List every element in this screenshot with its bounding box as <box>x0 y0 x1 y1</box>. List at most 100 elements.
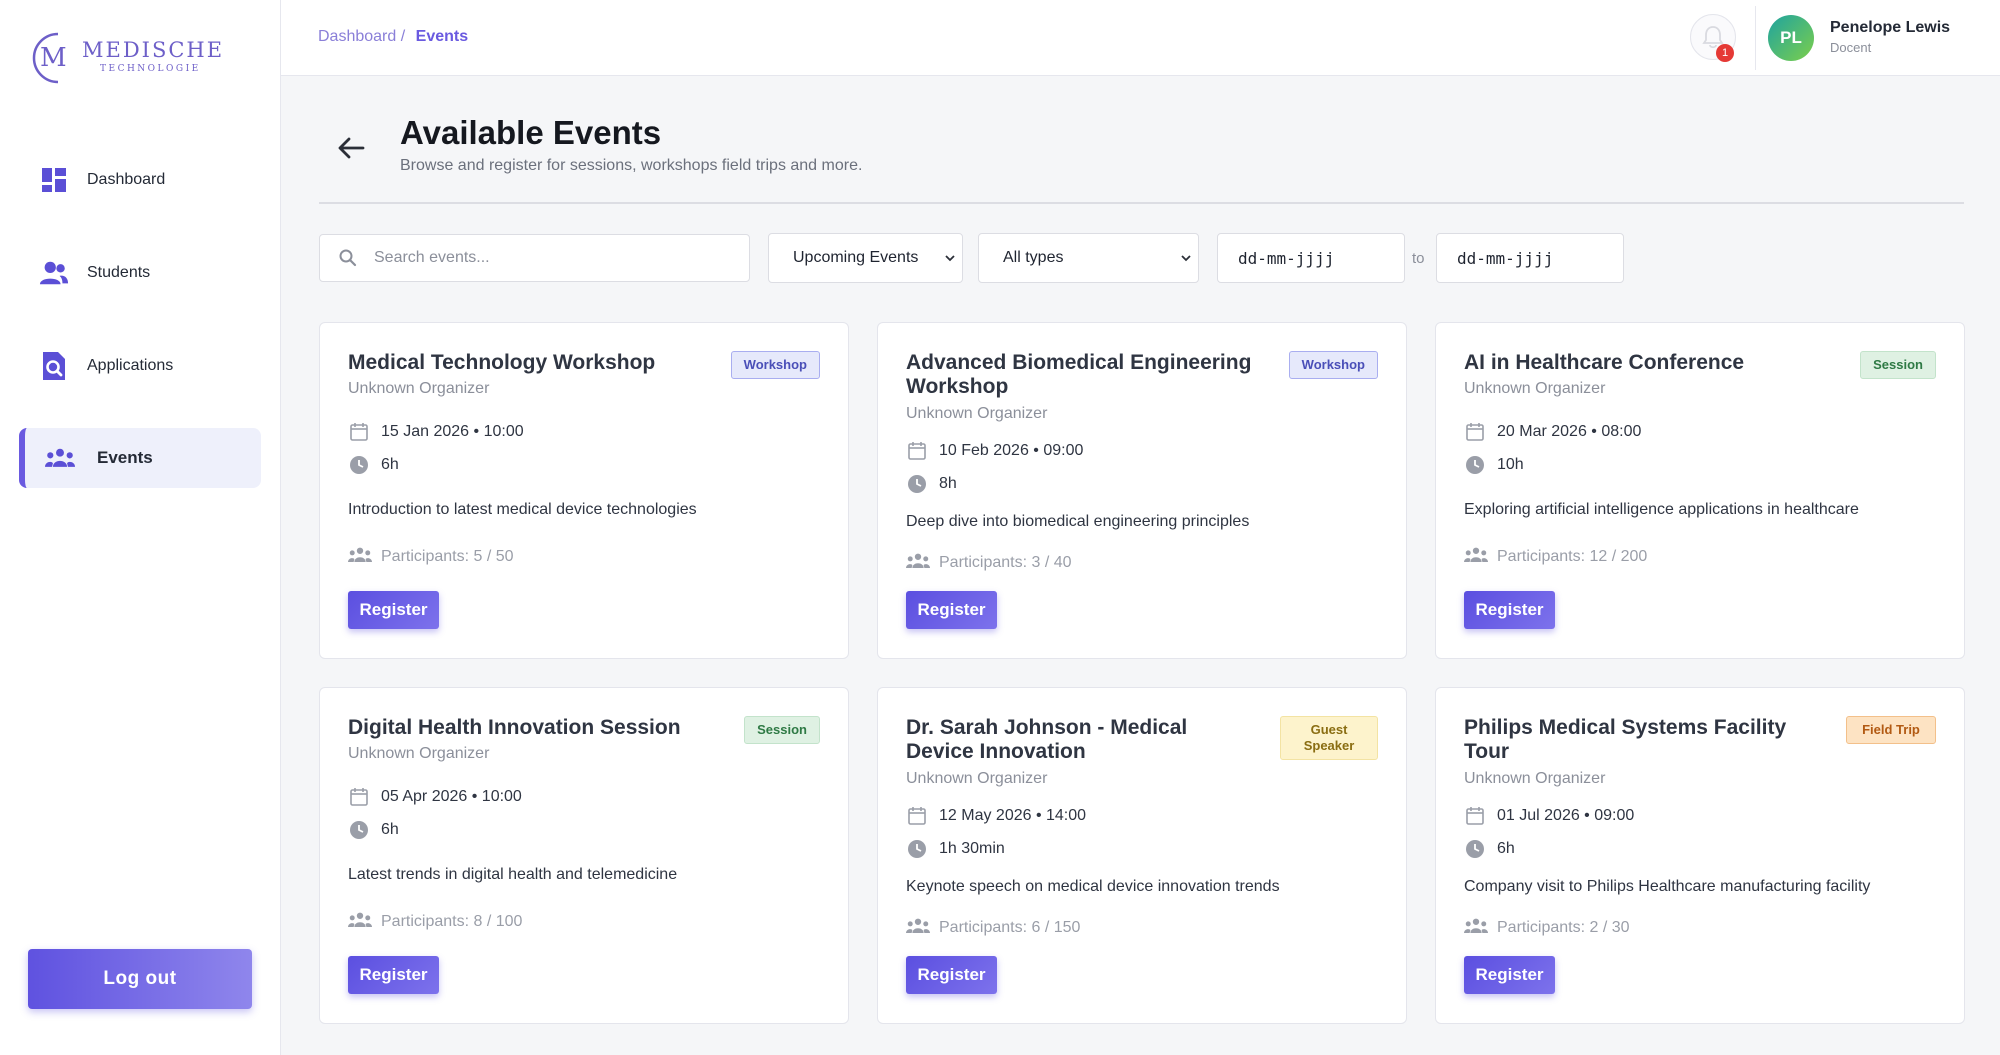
sidebar-item-events[interactable]: Events <box>19 428 261 488</box>
event-title: Digital Health Innovation Session <box>348 716 681 739</box>
calendar-icon <box>1464 805 1486 827</box>
event-type-badge: Session <box>744 716 820 744</box>
chevron-down-icon <box>1181 255 1191 262</box>
event-description: Deep dive into biomedical engineering pr… <box>906 513 1250 530</box>
search-input[interactable] <box>374 249 734 267</box>
event-title: AI in Healthcare Conference <box>1464 351 1745 374</box>
event-datetime-row: 12 May 2026 • 14:00 <box>906 805 1086 827</box>
date-to-placeholder: dd-mm-jjjj <box>1457 248 1554 268</box>
event-duration-row: 8h <box>906 473 957 495</box>
event-type-badge: Field Trip <box>1846 716 1936 744</box>
user-divider <box>1755 6 1756 70</box>
back-button[interactable] <box>331 128 371 168</box>
brand-wordmark: MEDISCHE <box>82 38 225 62</box>
event-organizer: Unknown Organizer <box>906 770 1048 787</box>
register-button[interactable]: Register <box>906 956 997 994</box>
event-participants: Participants: 3 / 40 <box>939 554 1072 571</box>
event-participants: Participants: 2 / 30 <box>1497 919 1630 936</box>
users-icon <box>39 258 69 288</box>
calendar-icon <box>1464 421 1486 443</box>
event-datetime: 01 Jul 2026 • 09:00 <box>1497 807 1635 824</box>
avatar[interactable]: PL <box>1768 15 1814 61</box>
event-participants: Participants: 6 / 150 <box>939 919 1081 936</box>
event-datetime: 20 Mar 2026 • 08:00 <box>1497 423 1642 440</box>
sidebar-item-students[interactable]: Students <box>19 243 261 303</box>
people-group-icon <box>45 443 75 473</box>
page-subtitle: Browse and register for sessions, worksh… <box>400 157 863 174</box>
topbar: Dashboard / Events 1 PL Penelope Lewis D… <box>281 0 2000 76</box>
event-type-badge: Workshop <box>1288 351 1378 379</box>
notification-count-badge: 1 <box>1716 44 1734 62</box>
event-participants-row: Participants: 6 / 150 <box>906 918 1080 938</box>
chevron-down-icon <box>945 255 955 262</box>
brand-subtitle: TECHNOLOGIE <box>100 64 201 74</box>
people-group-icon <box>906 918 930 938</box>
event-duration-row: 10h <box>1464 454 1524 476</box>
event-title: Medical Technology Workshop <box>348 351 656 374</box>
sidebar: M MEDISCHE TECHNOLOGIE Dashboard Student… <box>0 0 281 1055</box>
event-organizer: Unknown Organizer <box>1464 380 1606 397</box>
date-to-input[interactable]: dd-mm-jjjj <box>1436 233 1624 283</box>
event-organizer: Unknown Organizer <box>906 405 1048 422</box>
event-description: Introduction to latest medical device te… <box>348 501 697 518</box>
user-name: Penelope Lewis <box>1830 19 1951 36</box>
arrow-left-icon <box>338 137 365 159</box>
clock-icon <box>1464 838 1486 860</box>
event-description: Keynote speech on medical device innovat… <box>906 878 1280 895</box>
event-duration: 6h <box>1497 840 1515 857</box>
logout-button[interactable]: Log out <box>28 949 252 1009</box>
event-card: Advanced Biomedical Engineering Workshop… <box>877 322 1407 659</box>
event-datetime-row: 05 Apr 2026 • 10:00 <box>348 786 522 808</box>
event-description: Latest trends in digital health and tele… <box>348 866 678 883</box>
event-card: Philips Medical Systems Facility Tour Fi… <box>1435 687 1965 1024</box>
register-button[interactable]: Register <box>1464 591 1555 629</box>
event-participants-row: Participants: 2 / 30 <box>1464 918 1630 938</box>
date-from-placeholder: dd-mm-jjjj <box>1238 248 1335 268</box>
event-participants: Participants: 8 / 100 <box>381 913 523 930</box>
event-title: Dr. Sarah Johnson - Medical Device Innov… <box>906 716 1188 763</box>
brand-logo[interactable]: M MEDISCHE TECHNOLOGIE <box>28 28 222 84</box>
event-duration: 10h <box>1497 456 1524 473</box>
dashboard-icon <box>39 165 69 195</box>
event-card: Medical Technology Workshop Workshop Unk… <box>319 322 849 659</box>
page-title: Available Events <box>400 114 662 151</box>
event-description: Exploring artificial intelligence applic… <box>1464 501 1859 518</box>
event-type-badge: Guest Speaker <box>1280 716 1378 760</box>
register-button[interactable]: Register <box>906 591 997 629</box>
logo-mark-icon: M <box>32 32 67 84</box>
event-card: Digital Health Innovation Session Sessio… <box>319 687 849 1024</box>
register-button[interactable]: Register <box>348 956 439 994</box>
header-divider <box>319 202 1964 204</box>
event-duration: 6h <box>381 821 399 838</box>
time-filter-select[interactable]: Upcoming Events <box>768 233 963 283</box>
people-group-icon <box>348 547 372 567</box>
register-button[interactable]: Register <box>1464 956 1555 994</box>
main-content: Available Events Browse and register for… <box>281 76 2000 1055</box>
sidebar-item-dashboard[interactable]: Dashboard <box>19 150 261 210</box>
people-group-icon <box>348 912 372 932</box>
calendar-icon <box>348 421 370 443</box>
event-duration-row: 6h <box>348 454 399 476</box>
breadcrumb: Dashboard / Events <box>318 28 468 46</box>
user-role: Docent <box>1830 40 1872 55</box>
search-icon <box>339 249 357 267</box>
people-group-icon <box>1464 918 1488 938</box>
date-from-input[interactable]: dd-mm-jjjj <box>1217 233 1405 283</box>
event-duration: 1h 30min <box>939 840 1005 857</box>
event-type-badge: Workshop <box>730 351 820 379</box>
time-filter-value: Upcoming Events <box>793 249 919 266</box>
event-organizer: Unknown Organizer <box>1464 770 1606 787</box>
type-filter-select[interactable]: All types <box>978 233 1199 283</box>
event-datetime: 10 Feb 2026 • 09:00 <box>939 442 1084 459</box>
event-organizer: Unknown Organizer <box>348 380 490 397</box>
clock-icon <box>906 473 928 495</box>
register-button[interactable]: Register <box>348 591 439 629</box>
people-group-icon <box>906 553 930 573</box>
search-box[interactable] <box>319 234 750 282</box>
event-title: Advanced Biomedical Engineering Workshop <box>906 351 1252 398</box>
event-description: Company visit to Philips Healthcare manu… <box>1464 878 1871 895</box>
sidebar-item-label: Applications <box>87 357 174 374</box>
breadcrumb-dashboard-link[interactable]: Dashboard <box>318 28 396 45</box>
sidebar-item-applications[interactable]: Applications <box>19 336 261 396</box>
sidebar-item-label: Events <box>97 448 153 467</box>
